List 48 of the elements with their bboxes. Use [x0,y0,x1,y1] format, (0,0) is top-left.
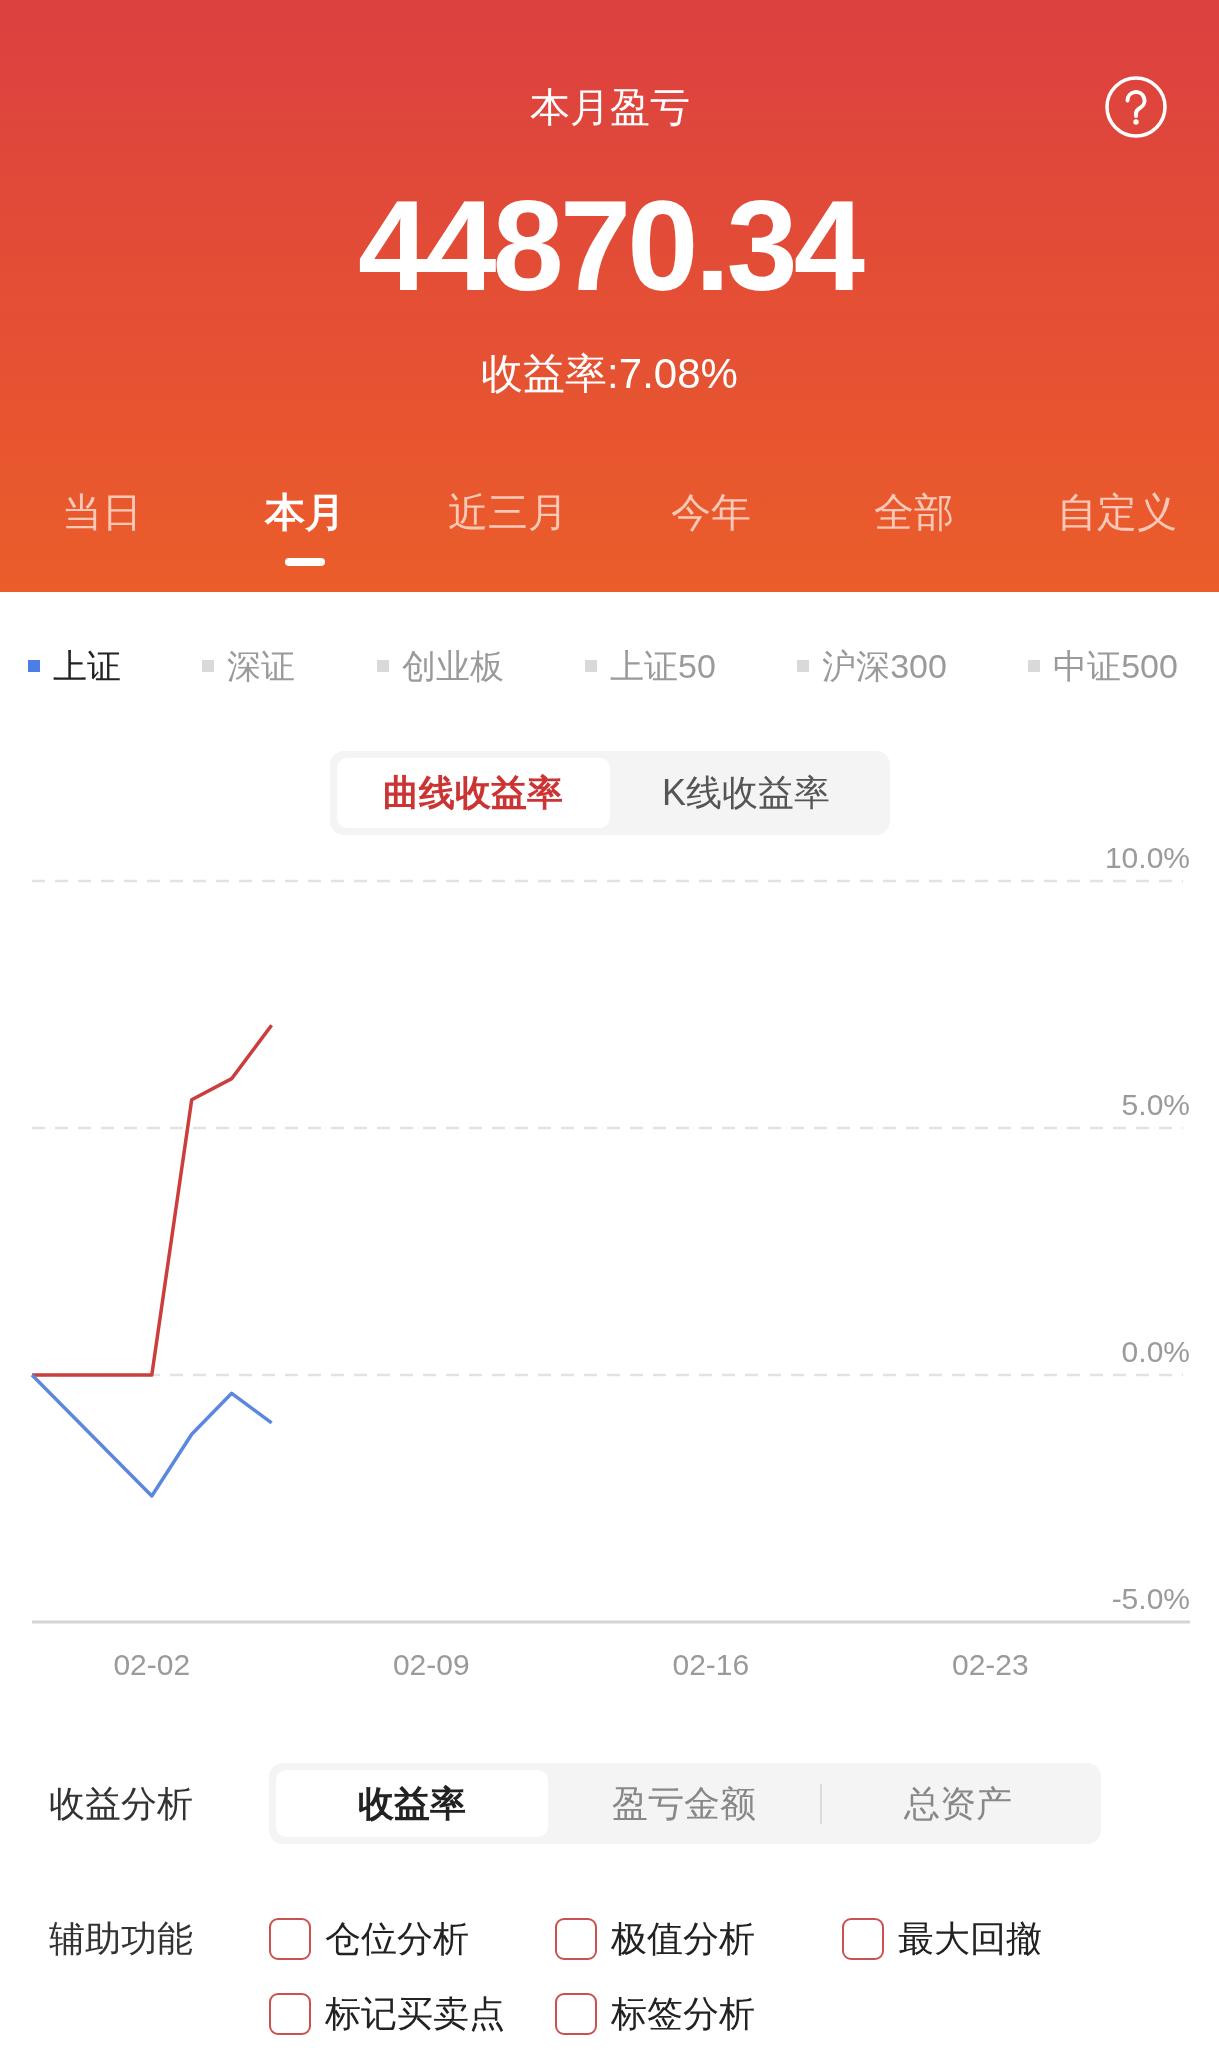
legend-square-icon [585,660,597,672]
y-axis-label: 5.0% [1121,1088,1190,1121]
period-tab[interactable]: 当日 [0,488,204,566]
checkbox[interactable] [842,1918,884,1960]
index-legend-item[interactable]: 中证500 [1028,644,1178,688]
index-legend-item[interactable]: 创业板 [376,644,504,688]
page-title: 本月盈亏 [529,84,690,131]
option-label: 仓位分析 [325,1917,469,1961]
return-rate-text: 收益率:7.08% [481,349,738,399]
checkbox[interactable] [555,1993,597,2035]
y-axis-label: 10.0% [1104,841,1190,874]
x-axis-label: 02-16 [672,1648,750,1681]
checkbox[interactable] [555,1918,597,1960]
section-label: 辅助功能 [49,1917,194,1961]
analysis-option[interactable]: 盈亏金额 [548,1770,820,1837]
analysis-option[interactable]: 总资产 [822,1770,1094,1837]
legend-square-icon [376,660,389,672]
section-label: 收益分析 [49,1781,194,1826]
index-legend-item[interactable]: 沪深300 [797,644,947,688]
index-legend-item[interactable]: 深证 [202,644,296,688]
option-label: 最大回撤 [898,1917,1042,1961]
y-axis-label: 0.0% [1121,1335,1190,1368]
legend-square-icon [1028,660,1041,672]
legend-square-icon [797,660,810,672]
tab-indicator [284,558,325,566]
checkbox[interactable] [269,1993,311,2035]
y-axis-label: -5.0% [1111,1582,1190,1615]
period-tab[interactable]: 自定义 [1015,488,1219,566]
option-label: 极值分析 [611,1917,755,1961]
period-tab[interactable]: 全部 [812,488,1016,566]
period-tab[interactable]: 近三月 [406,488,610,566]
option-label: 标记买卖点 [325,1992,505,2036]
legend-square-icon [28,660,40,672]
option-label: 标签分析 [611,1992,755,2036]
chart-mode-option[interactable]: K线收益率 [609,758,883,828]
index-legend-item[interactable]: 上证50 [585,644,716,688]
x-axis-label: 02-09 [392,1648,470,1681]
index-legend-item[interactable]: 上证 [28,644,121,688]
profit-amount: 44870.34 [357,182,862,310]
x-axis-label: 02-23 [952,1648,1029,1681]
analysis-option[interactable]: 收益率 [276,1770,548,1837]
period-tab[interactable]: 今年 [609,488,813,566]
checkbox[interactable] [269,1918,311,1960]
help-icon[interactable] [1105,76,1167,138]
chart-mode-option[interactable]: 曲线收益率 [336,758,610,828]
x-axis-label: 02-02 [113,1648,191,1681]
legend-square-icon [202,660,215,672]
period-tab[interactable]: 本月 [203,488,407,566]
